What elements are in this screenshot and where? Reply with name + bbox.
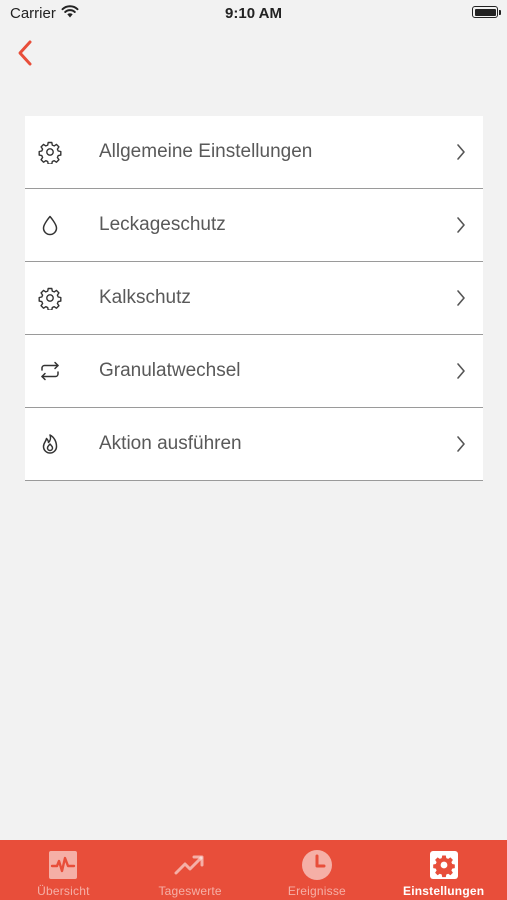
pulse-icon [47, 849, 79, 881]
back-button[interactable] [10, 36, 40, 70]
clock-icon [301, 849, 333, 881]
menu-item-kalkschutz[interactable]: Kalkschutz [25, 262, 483, 335]
trend-up-icon [174, 849, 206, 881]
tab-bar: Übersicht Tageswerte Ereignisse Einstell… [0, 840, 507, 900]
tab-label: Tageswerte [158, 884, 222, 898]
menu-item-label: Granulatwechsel [99, 360, 241, 381]
menu-item-leckageschutz[interactable]: Leckageschutz [25, 189, 483, 262]
chevron-right-icon [455, 289, 467, 307]
chevron-right-icon [455, 143, 467, 161]
status-bar: Carrier 9:10 AM [0, 0, 507, 28]
menu-item-allgemeine-einstellungen[interactable]: Allgemeine Einstellungen [25, 116, 483, 189]
chevron-right-icon [455, 435, 467, 453]
menu-item-label: Kalkschutz [99, 287, 191, 308]
tab-label: Einstellungen [402, 884, 485, 898]
settings-gear-icon [428, 849, 460, 881]
tab-tageswerte[interactable]: Tageswerte [127, 840, 254, 900]
tab-einstellungen[interactable]: Einstellungen [380, 840, 507, 900]
menu-item-granulatwechsel[interactable]: Granulatwechsel [25, 335, 483, 408]
status-time: 9:10 AM [225, 5, 282, 22]
exchange-arrows-icon [38, 359, 62, 383]
menu-item-label: Allgemeine Einstellungen [99, 141, 313, 162]
gear-icon [38, 286, 62, 310]
chevron-right-icon [455, 362, 467, 380]
water-drop-icon [38, 213, 62, 237]
menu-item-label: Aktion ausführen [99, 433, 242, 454]
tab-label: Ereignisse [287, 884, 346, 898]
menu-item-label: Leckageschutz [99, 214, 226, 235]
flame-icon [38, 432, 62, 456]
chevron-right-icon [455, 216, 467, 234]
tab-label: Übersicht [37, 884, 90, 898]
gear-icon [38, 140, 62, 164]
tab-uebersicht[interactable]: Übersicht [0, 840, 127, 900]
menu-item-aktion-ausfuehren[interactable]: Aktion ausführen [25, 408, 483, 481]
battery-icon [472, 6, 501, 18]
settings-menu: Allgemeine Einstellungen Leckageschutz K… [25, 116, 483, 481]
tab-ereignisse[interactable]: Ereignisse [254, 840, 381, 900]
chevron-left-icon [18, 40, 32, 66]
